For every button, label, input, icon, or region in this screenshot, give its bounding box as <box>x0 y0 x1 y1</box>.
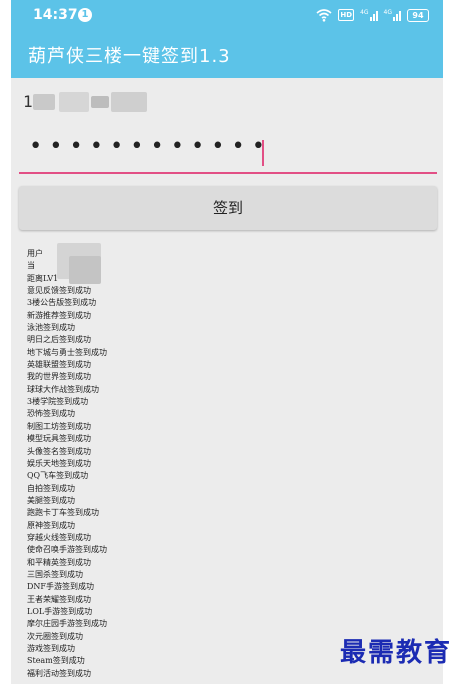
log-line: 地下城与勇士签到成功 <box>27 347 107 357</box>
status-time: 14:37 <box>33 7 78 23</box>
redacted-block <box>69 256 101 284</box>
hd-icon: HD <box>338 9 355 21</box>
signal-icon-1: 4G <box>360 9 378 21</box>
log-line: 穿越火线签到成功 <box>27 532 91 542</box>
username-field[interactable]: 1 <box>19 88 437 118</box>
sign-in-button[interactable]: 签到 <box>19 186 437 230</box>
log-line: QQ飞车签到成功 <box>27 471 89 481</box>
log-line: 新游推荐签到成功 <box>27 310 91 320</box>
redacted-block <box>59 92 89 112</box>
log-line: 娱乐天地签到成功 <box>27 458 91 468</box>
wifi-icon <box>316 9 332 22</box>
text-cursor <box>262 140 264 166</box>
log-line: 球球大作战签到成功 <box>27 384 99 394</box>
net-label-1: 4G <box>360 9 369 16</box>
net-label-2: 4G <box>383 9 392 16</box>
notification-badge: 1 <box>78 8 92 22</box>
phone-screen: 14:37 1 HD 4G 4G 94 葫芦侠三楼一键签到1.3 1 •••••… <box>11 0 443 684</box>
username-value: 1 <box>23 92 33 111</box>
log-line: 王者荣耀签到成功 <box>27 594 91 604</box>
log-line: LOL手游签到成功 <box>27 606 93 616</box>
log-line: 恐怖签到成功 <box>27 409 75 419</box>
log-line: 我的世界签到成功 <box>27 372 91 382</box>
redacted-block <box>111 92 147 112</box>
log-line: 明日之后签到成功 <box>27 335 91 345</box>
log-line: 跑跑卡丁车签到成功 <box>27 508 99 518</box>
log-line: 英雄联盟签到成功 <box>27 360 91 370</box>
app-title: 葫芦侠三楼一键签到1.3 <box>28 46 231 67</box>
battery-icon: 94 <box>407 8 429 22</box>
status-icons: HD 4G 4G 94 <box>316 6 429 24</box>
log-line: 模型玩具签到成功 <box>27 434 91 444</box>
log-line: 头像签名签到成功 <box>27 446 91 456</box>
log-line: 3楼公告版签到成功 <box>27 298 97 308</box>
redacted-block <box>33 94 55 110</box>
log-line: 使命召唤手游签到成功 <box>27 545 107 555</box>
log-line: 福利活动签到成功 <box>27 668 91 678</box>
password-value: •••••••••••• <box>29 134 272 159</box>
log-line: 3楼学院签到成功 <box>27 397 89 407</box>
app-bar: 葫芦侠三楼一键签到1.3 <box>11 30 443 78</box>
sign-in-log: 用户当距离LV1 意见反馈签到成功 3楼公告版签到成功 新游推荐签到成功 泳池签到成功明… <box>27 248 427 680</box>
status-bar: 14:37 1 HD 4G 4G 94 <box>11 0 443 30</box>
log-line: 三国杀签到成功 <box>27 569 83 579</box>
log-line: 和平精英签到成功 <box>27 557 91 567</box>
log-line: DNF手游签到成功 <box>27 582 94 592</box>
log-line: 自拍签到成功 <box>27 483 75 493</box>
signal-icon-2: 4G <box>384 9 401 21</box>
log-line: 意见反馈签到成功 <box>27 286 91 296</box>
redacted-block <box>91 96 109 108</box>
watermark: 最需教育 <box>340 638 453 668</box>
log-line: 原神签到成功 <box>27 520 75 530</box>
log-line: 制图工坊签到成功 <box>27 421 91 431</box>
log-line: 摩尔庄园手游签到成功 <box>27 619 107 629</box>
log-line: 泳池签到成功 <box>27 323 75 333</box>
password-field[interactable]: •••••••••••• <box>19 132 437 174</box>
log-line: 美腿签到成功 <box>27 495 75 505</box>
